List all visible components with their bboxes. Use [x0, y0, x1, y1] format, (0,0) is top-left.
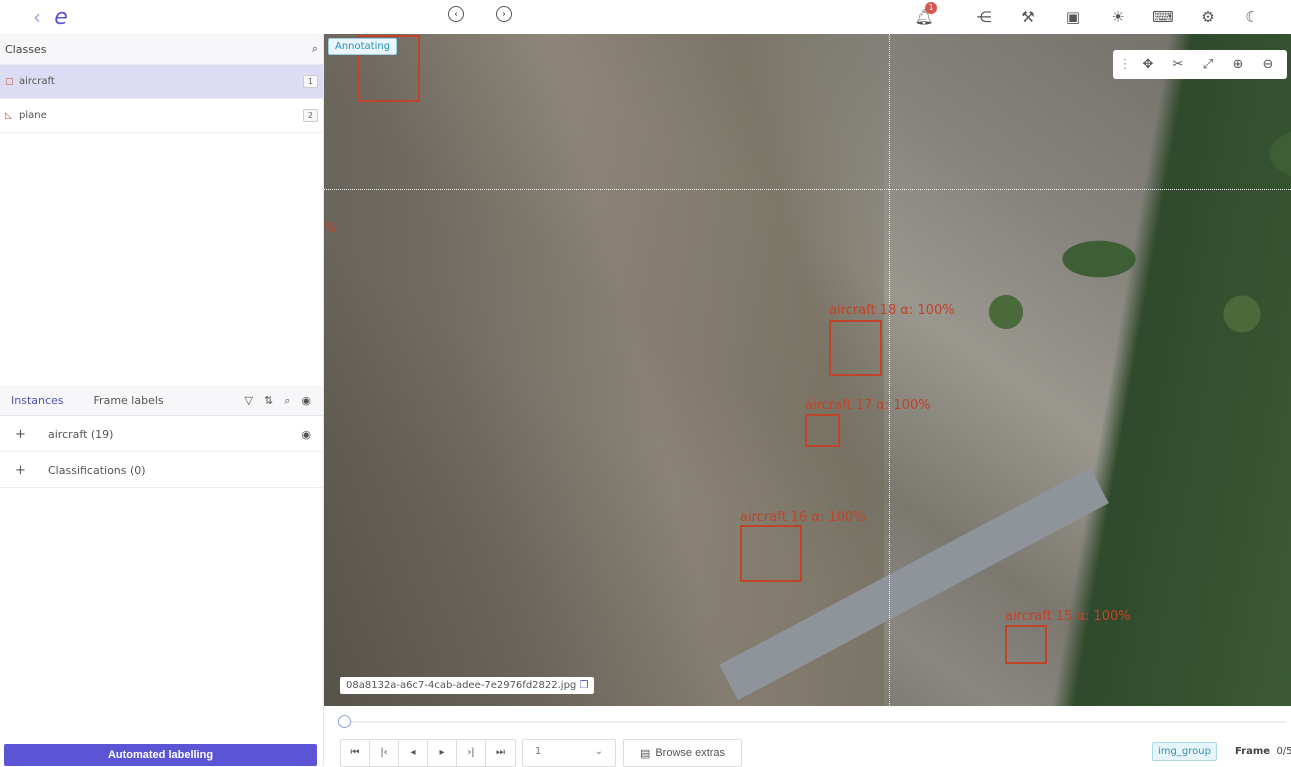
- canvas-toolbar: ⋮ ✥ ✂ ⤢ ⊕ ⊖: [1113, 50, 1287, 79]
- keyboard-icon[interactable]: ⌨: [1152, 6, 1174, 28]
- browse-extras-button[interactable]: ▤ Browse extras: [623, 739, 742, 767]
- frame-counter: Frame 0/5: [1235, 746, 1291, 757]
- frame-navigation: ⏮ |‹ ◂ ▸ ›| ⏭: [340, 739, 516, 767]
- polygon-icon: ◺: [5, 110, 12, 121]
- classes-title: Classes: [5, 42, 47, 56]
- classes-header: Classes ⌕: [0, 34, 323, 65]
- filename: 08a8132a-a6c7-4cab-adee-7e2976fd2822.jpg: [346, 680, 577, 691]
- expand-icon[interactable]: +: [0, 463, 48, 478]
- group-label: Classifications (0): [48, 463, 146, 477]
- notifications-bell-icon[interactable]: 🔔︎ 1: [913, 2, 937, 28]
- eye-icon[interactable]: ◉: [301, 394, 311, 408]
- aerial-image-city: [324, 34, 884, 706]
- copy-icon[interactable]: ❐: [579, 680, 588, 691]
- next-frame-icon[interactable]: ▸: [428, 740, 457, 766]
- instances-tabs: Instances Frame labels ▽ ⇅ ⌕ ◉: [0, 386, 323, 416]
- frame-select-value: 1: [535, 746, 542, 757]
- annotation-label: aircraft 18 α: 100%: [829, 303, 955, 318]
- bbox-annotation[interactable]: [1005, 625, 1047, 664]
- expand-icon[interactable]: +: [0, 427, 48, 442]
- sort-icon[interactable]: ⇅: [264, 394, 273, 408]
- player-bar: ⏮ |‹ ◂ ▸ ›| ⏭ 1 ⌄ ▤ Browse extras img_grou…: [324, 706, 1291, 767]
- left-panel: Classes ⌕ ▢ aircraft 1 ◺ plane 2 Instances Fr…: [0, 34, 324, 766]
- next-image-button[interactable]: ›: [496, 6, 512, 22]
- tab-instances[interactable]: Instances: [11, 394, 64, 407]
- prev-keyframe-icon[interactable]: |‹: [370, 740, 399, 766]
- prev-frame-icon[interactable]: ◂: [399, 740, 428, 766]
- frame-label: Frame: [1235, 746, 1271, 757]
- class-item-aircraft[interactable]: ▢ aircraft 1: [0, 65, 323, 99]
- class-hotkey: 2: [302, 109, 318, 122]
- save-icon[interactable]: ▣: [1062, 6, 1084, 28]
- browse-label: Browse extras: [655, 747, 726, 759]
- last-frame-icon[interactable]: ⏭: [486, 740, 515, 766]
- bbox-annotation[interactable]: [829, 320, 882, 376]
- class-item-plane[interactable]: ◺ plane 2: [0, 99, 323, 133]
- bbox-annotation[interactable]: [740, 525, 802, 582]
- annotation-label: %: [324, 221, 337, 236]
- annotation-label: aircraft 17 α: 100%: [805, 398, 931, 413]
- search-icon[interactable]: ⌕: [284, 394, 290, 408]
- instance-group-classifications[interactable]: + Classifications (0): [0, 453, 323, 488]
- gear-icon[interactable]: ⚙: [1197, 6, 1219, 28]
- annotating-status: Annotating: [328, 38, 398, 55]
- top-toolbar: ‹ e ‹ › 🔔︎ 1 ⋲ ⚒ ▣ ☀ ⌨ ⚙ ☾: [0, 0, 1291, 34]
- brightness-icon[interactable]: ☀: [1107, 6, 1129, 28]
- tab-frame-labels[interactable]: Frame labels: [94, 394, 164, 407]
- drag-handle-icon[interactable]: ⋮: [1117, 57, 1133, 72]
- annotation-label: aircraft 16 α: 100%: [740, 510, 866, 525]
- scissors-icon[interactable]: ✂: [1163, 57, 1193, 72]
- chevron-down-icon: ⌄: [594, 746, 603, 757]
- automated-labelling-button[interactable]: Automated labelling: [4, 744, 317, 766]
- app-logo: e: [54, 4, 68, 30]
- bbox-annotation[interactable]: [805, 414, 840, 447]
- browse-icon: ▤: [639, 747, 651, 760]
- group-label: aircraft (19): [48, 427, 114, 441]
- image-canvas[interactable]: % aircraft 18 α: 100% aircraft 17 α: 100…: [324, 34, 1291, 706]
- class-label: aircraft: [19, 76, 55, 87]
- class-label: plane: [19, 110, 47, 121]
- zoom-out-icon[interactable]: ⊖: [1253, 57, 1283, 72]
- bbox-icon: ▢: [5, 76, 14, 87]
- previous-image-button[interactable]: ‹: [448, 6, 464, 22]
- filename-tag: 08a8132a-a6c7-4cab-adee-7e2976fd2822.jpg…: [340, 677, 595, 694]
- search-icon[interactable]: ⌕: [312, 42, 318, 56]
- eye-icon[interactable]: ◉: [301, 428, 323, 441]
- crosshair-horizontal: [324, 189, 1291, 190]
- frame-value: 0/5: [1276, 746, 1291, 757]
- annotation-label: aircraft 15 α: 100%: [1005, 609, 1131, 624]
- frame-slider-track[interactable]: [344, 721, 1286, 723]
- instance-group-aircraft[interactable]: + aircraft (19) ◉: [0, 417, 323, 452]
- frame-slider-thumb[interactable]: [338, 715, 351, 728]
- fit-screen-icon[interactable]: ⤢: [1193, 57, 1223, 72]
- next-keyframe-icon[interactable]: ›|: [457, 740, 486, 766]
- class-hotkey: 1: [302, 75, 318, 88]
- wrench-icon[interactable]: ⚒: [1017, 6, 1039, 28]
- frame-select[interactable]: 1 ⌄: [522, 739, 616, 767]
- filter-icon[interactable]: ▽: [245, 394, 253, 408]
- moon-icon[interactable]: ☾: [1241, 6, 1263, 28]
- back-chevron-icon[interactable]: ‹: [26, 5, 48, 29]
- notification-badge: 1: [925, 2, 937, 14]
- first-frame-icon[interactable]: ⏮: [341, 740, 370, 766]
- group-badge: img_group: [1152, 742, 1217, 761]
- crosshair-vertical: [889, 34, 890, 706]
- zoom-in-icon[interactable]: ⊕: [1223, 57, 1253, 72]
- move-icon[interactable]: ✥: [1133, 57, 1163, 72]
- share-icon[interactable]: ⋲: [973, 6, 995, 28]
